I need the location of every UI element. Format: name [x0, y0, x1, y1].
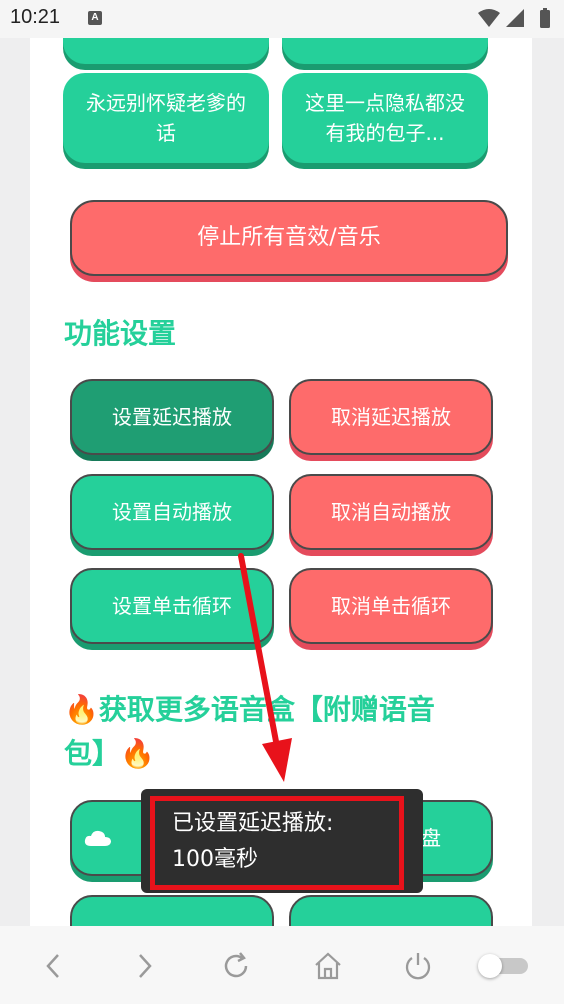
sound-button[interactable]	[63, 38, 269, 64]
sound-button[interactable]	[282, 38, 488, 64]
power-icon	[405, 953, 431, 980]
status-bar: 10:21 A	[0, 0, 564, 38]
forward-button[interactable]	[124, 946, 164, 986]
cancel-loop-button[interactable]: 取消单击循环	[289, 568, 493, 644]
more-link-button[interactable]	[70, 895, 274, 926]
cancel-autoplay-button[interactable]: 取消自动播放	[289, 474, 493, 550]
status-time: 10:21	[10, 6, 61, 28]
toast-line2: 100毫秒	[172, 847, 258, 872]
stop-all-label: 停止所有音效/音乐	[197, 225, 381, 250]
sound-button[interactable]: 这里一点隐私都没有我的包子...	[282, 73, 488, 163]
stop-all-button[interactable]: 停止所有音效/音乐	[70, 200, 508, 276]
battery-icon	[540, 10, 550, 28]
more-title-line2: 包】🔥	[64, 737, 155, 770]
toast-message: 已设置延迟播放: 100毫秒	[172, 806, 392, 878]
sound-button[interactable]: 永远别怀疑老爹的话	[63, 73, 269, 163]
power-button[interactable]	[398, 946, 438, 986]
more-title: 🔥获取更多语音盒【附赠语音 包】🔥	[64, 688, 524, 776]
toast-line1: 已设置延迟播放:	[172, 811, 334, 836]
signal-icon	[506, 9, 524, 27]
home-icon	[315, 952, 341, 980]
status-icons	[478, 8, 550, 28]
sound-button-label: 永远别怀疑老爹的话	[86, 91, 246, 145]
chevron-left-icon	[46, 954, 59, 978]
chevron-right-icon	[139, 954, 152, 978]
wifi-icon	[478, 9, 500, 27]
night-mode-toggle[interactable]	[478, 954, 530, 978]
toggle-knob	[478, 954, 502, 978]
notification-icon: A	[88, 11, 102, 25]
back-button[interactable]	[34, 946, 74, 986]
browser-nav-bar	[0, 926, 564, 1004]
cancel-delay-button[interactable]: 取消延迟播放	[289, 379, 493, 455]
refresh-icon	[224, 952, 248, 978]
more-link-button[interactable]	[289, 895, 493, 926]
settings-title: 功能设置	[64, 317, 177, 350]
cloud-icon	[84, 830, 111, 846]
sound-button-label: 这里一点隐私都没有我的包子...	[305, 91, 465, 145]
set-delay-button[interactable]: 设置延迟播放	[70, 379, 274, 455]
more-title-line1: 🔥获取更多语音盒【附赠语音	[64, 693, 435, 726]
set-loop-button[interactable]: 设置单击循环	[70, 568, 274, 644]
refresh-button[interactable]	[216, 946, 256, 986]
home-button[interactable]	[308, 946, 348, 986]
set-autoplay-button[interactable]: 设置自动播放	[70, 474, 274, 550]
